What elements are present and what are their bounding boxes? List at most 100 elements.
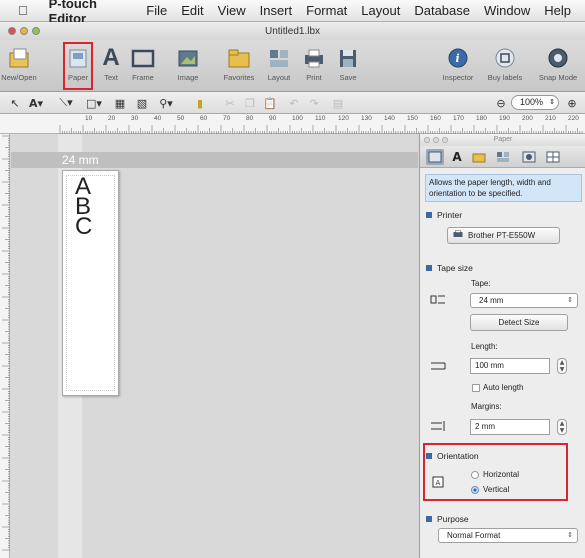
tape-size-section-heading: Tape size — [426, 263, 473, 273]
image-tab-icon[interactable] — [520, 149, 538, 165]
panel-description: Allows the paper length, width and orien… — [425, 174, 582, 202]
printer-select-button[interactable]: Brother PT-E550W — [447, 227, 560, 244]
ruler-tick-label: 100 — [292, 115, 303, 122]
table-tool-icon[interactable]: ▦ — [112, 95, 128, 111]
print-button[interactable]: Print — [300, 42, 328, 90]
menu-insert[interactable]: Insert — [260, 3, 293, 18]
copy-icon[interactable]: ❐ — [242, 95, 258, 111]
purpose-select[interactable]: Normal Format ⇕ — [438, 528, 578, 543]
margins-field[interactable]: 2 mm — [470, 419, 550, 435]
text-tab-icon[interactable]: A — [448, 149, 466, 165]
margins-stepper[interactable]: ▲ ▼ — [557, 419, 567, 435]
frame-icon — [129, 45, 157, 71]
purpose-section-heading: Purpose — [426, 514, 469, 524]
length-label: Length: — [471, 342, 498, 351]
panel-close-button[interactable] — [424, 137, 430, 143]
panel-zoom-button[interactable] — [442, 137, 448, 143]
length-stepper[interactable]: ▲ ▼ — [557, 358, 567, 374]
zoom-in-icon[interactable]: ⊕ — [565, 95, 579, 111]
purpose-arrows-icon: ⇕ — [567, 532, 573, 539]
paste-icon[interactable]: 📋 — [262, 95, 278, 111]
menu-layout[interactable]: Layout — [361, 3, 400, 18]
print-icon — [300, 45, 328, 71]
label-text-object[interactable]: A B C — [75, 175, 92, 239]
barcode-tool-icon[interactable]: ▧ — [134, 95, 150, 111]
printer-icon — [453, 230, 463, 241]
buy-labels-button[interactable]: Buy labels — [484, 42, 526, 90]
window-title-bar: Untitled1.lbx — [0, 22, 585, 40]
length-field[interactable]: 100 mm — [470, 358, 550, 374]
zoom-select[interactable]: 100% ⇕ — [511, 95, 559, 110]
zoom-tool-icon[interactable]: ⚲▾ — [154, 95, 178, 111]
auto-length-checkbox[interactable] — [472, 384, 480, 392]
inspector-button[interactable]: i Inspector — [438, 42, 478, 90]
ruler-tick-label: 140 — [384, 115, 395, 122]
inspector-icon: i — [444, 45, 472, 71]
line-tool-icon[interactable]: ⟍▾ — [54, 95, 78, 111]
ruler-tick-label: 200 — [522, 115, 533, 122]
paper-button-highlight — [63, 42, 93, 90]
format-bar: ↖ A▾ ⟍▾ □▾ ▦ ▧ ⚲▾ ▮ ✂ ❐ 📋 ↶ ↷ ▤ ⊖ 100% ⇕ … — [0, 92, 585, 114]
text-icon: A — [102, 44, 120, 71]
layout-tab-icon[interactable] — [494, 149, 512, 165]
align-icon[interactable]: ▤ — [330, 95, 346, 111]
ruler-tick-label: 160 — [430, 115, 441, 122]
new-open-icon — [5, 45, 33, 71]
zoom-out-icon[interactable]: ⊖ — [494, 95, 508, 111]
menu-window[interactable]: Window — [484, 3, 530, 18]
favorites-button[interactable]: Favorites — [219, 42, 259, 90]
layout-icon — [265, 45, 293, 71]
layout-button[interactable]: Layout — [264, 42, 294, 90]
menu-view[interactable]: View — [218, 3, 246, 18]
ruler-tick-label: 90 — [269, 115, 277, 122]
ruler-tick-label: 130 — [361, 115, 372, 122]
vertical-ruler-ticks — [2, 135, 10, 551]
menu-file[interactable]: File — [146, 3, 167, 18]
table-tab-icon[interactable] — [544, 149, 562, 165]
cut-icon[interactable]: ✂ — [222, 95, 238, 111]
favorites-tab-icon[interactable] — [470, 149, 488, 165]
text-button[interactable]: A Text — [97, 42, 125, 90]
arrow-tool-icon[interactable]: ↖ — [8, 95, 22, 111]
tape-size-select[interactable]: 24 mm ⇕ — [470, 293, 578, 308]
new-open-button[interactable]: New/Open — [1, 42, 37, 90]
save-button[interactable]: Save — [334, 42, 362, 90]
snap-mode-button[interactable]: Snap Mode — [533, 42, 583, 90]
tape-width-label: 24 mm — [62, 153, 99, 167]
ruler-tick-label: 10 — [85, 115, 93, 122]
orientation-highlight — [423, 443, 568, 501]
ruler-tick-label: 190 — [499, 115, 510, 122]
shape-tool-icon[interactable]: □▾ — [82, 95, 106, 111]
undo-icon[interactable]: ↶ — [286, 95, 302, 111]
stamp-tool-icon[interactable]: ▮ — [192, 95, 208, 111]
menu-database[interactable]: Database — [414, 3, 470, 18]
menu-format[interactable]: Format — [306, 3, 347, 18]
zoom-window-button[interactable] — [32, 27, 40, 35]
ruler-tick-label: 50 — [177, 115, 185, 122]
buy-labels-icon — [491, 45, 519, 71]
length-icon — [430, 359, 446, 373]
minimize-window-button[interactable] — [20, 27, 28, 35]
frame-button[interactable]: Frame — [128, 42, 158, 90]
label-page[interactable]: A B C — [62, 170, 119, 396]
text-tool-icon[interactable]: A▾ — [26, 95, 46, 111]
apple-menu-icon[interactable]:  — [18, 3, 39, 18]
vertical-ruler — [0, 134, 10, 558]
tape-size-arrows-icon: ⇕ — [567, 297, 573, 304]
margins-icon — [430, 419, 446, 433]
tape-width-icon — [430, 292, 446, 306]
ruler-tick-label: 60 — [200, 115, 208, 122]
image-icon — [174, 45, 202, 71]
detect-size-button[interactable]: Detect Size — [470, 314, 568, 331]
save-icon — [334, 45, 362, 71]
menu-help[interactable]: Help — [544, 3, 571, 18]
redo-icon[interactable]: ↷ — [306, 95, 322, 111]
panel-minimize-button[interactable] — [433, 137, 439, 143]
auto-length-label: Auto length — [483, 383, 524, 392]
image-button[interactable]: Image — [173, 42, 203, 90]
margins-label: Margins: — [471, 402, 502, 411]
menu-edit[interactable]: Edit — [181, 3, 203, 18]
panel-title: Paper — [493, 136, 513, 143]
paper-tab-icon[interactable] — [426, 149, 444, 165]
close-window-button[interactable] — [8, 27, 16, 35]
